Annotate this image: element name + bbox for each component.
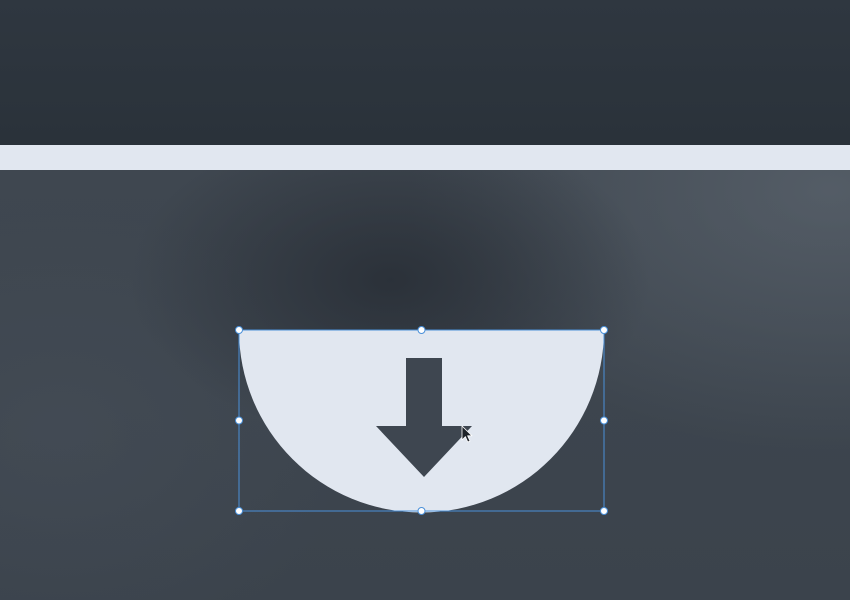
handle-bottom-center[interactable]: [417, 507, 426, 515]
handle-bottom-left[interactable]: [235, 507, 243, 515]
handle-middle-left[interactable]: [235, 416, 243, 425]
handle-top-left[interactable]: [235, 326, 243, 334]
artwork-layer: [235, 326, 608, 515]
design-canvas[interactable]: [0, 0, 850, 600]
handle-top-right[interactable]: [600, 326, 608, 334]
semicircle-shape[interactable]: [239, 330, 604, 513]
handle-top-center[interactable]: [417, 326, 426, 334]
handle-middle-right[interactable]: [600, 416, 608, 425]
handle-bottom-right[interactable]: [600, 507, 608, 515]
